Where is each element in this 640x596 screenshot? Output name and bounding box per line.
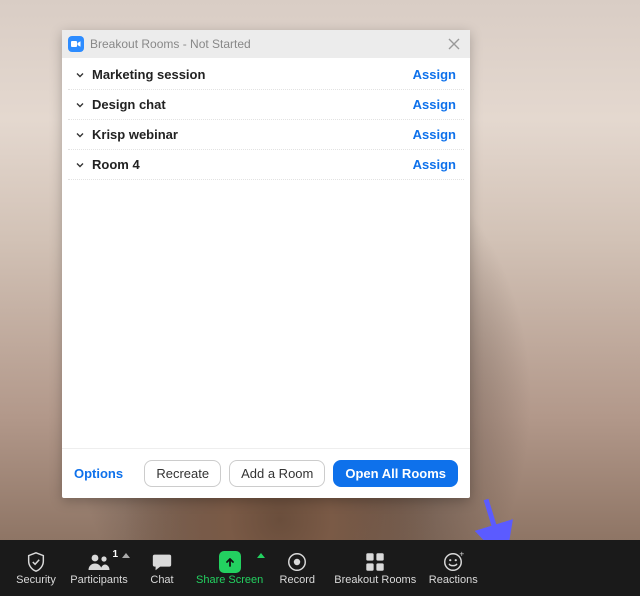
- options-link[interactable]: Options: [74, 466, 123, 481]
- toolbar-breakout-rooms[interactable]: Breakout Rooms: [327, 547, 423, 590]
- breakout-rooms-icon: [364, 551, 386, 573]
- assign-link[interactable]: Assign: [413, 157, 456, 172]
- toolbar-participants[interactable]: 1 Participants: [66, 547, 132, 590]
- chevron-down-icon[interactable]: [76, 131, 84, 139]
- toolbar-label: Security: [16, 575, 56, 586]
- toolbar-label: Share Screen: [196, 575, 263, 586]
- dialog-footer: Options Recreate Add a Room Open All Roo…: [62, 448, 470, 498]
- toolbar-label: Participants: [70, 575, 127, 586]
- room-row[interactable]: Room 4Assign: [68, 150, 464, 180]
- participants-icon: [86, 551, 112, 573]
- zoom-icon: [68, 36, 84, 52]
- chevron-down-icon[interactable]: [76, 71, 84, 79]
- close-icon[interactable]: [446, 36, 462, 52]
- room-name: Room 4: [92, 157, 413, 172]
- chevron-up-icon[interactable]: [257, 553, 265, 558]
- reactions-icon: +: [442, 551, 464, 573]
- dialog-title: Breakout Rooms - Not Started: [90, 37, 251, 51]
- open-all-rooms-button[interactable]: Open All Rooms: [333, 460, 458, 487]
- toolbar-label: Record: [280, 575, 315, 586]
- assign-link[interactable]: Assign: [413, 97, 456, 112]
- rooms-list: Marketing sessionAssignDesign chatAssign…: [62, 58, 470, 448]
- toolbar-label: Chat: [150, 575, 173, 586]
- room-name: Design chat: [92, 97, 413, 112]
- svg-text:+: +: [460, 551, 465, 559]
- meeting-toolbar: Security 1 Participants Chat Share Scree…: [0, 540, 640, 596]
- dialog-titlebar: Breakout Rooms - Not Started: [62, 30, 470, 58]
- breakout-rooms-dialog: Breakout Rooms - Not Started Marketing s…: [62, 30, 470, 498]
- chevron-up-icon[interactable]: [122, 553, 130, 558]
- chevron-down-icon[interactable]: [76, 161, 84, 169]
- participants-count: 1: [112, 549, 118, 560]
- recreate-button[interactable]: Recreate: [144, 460, 221, 487]
- toolbar-label: Reactions: [429, 575, 478, 586]
- toolbar-reactions[interactable]: + Reactions: [423, 547, 483, 590]
- assign-link[interactable]: Assign: [413, 67, 456, 82]
- toolbar-security[interactable]: Security: [6, 547, 66, 590]
- room-row[interactable]: Design chatAssign: [68, 90, 464, 120]
- toolbar-label: Breakout Rooms: [334, 575, 416, 586]
- room-name: Marketing session: [92, 67, 413, 82]
- record-icon: [286, 551, 308, 573]
- chevron-down-icon[interactable]: [76, 101, 84, 109]
- toolbar-share-screen[interactable]: Share Screen: [192, 547, 267, 590]
- shield-icon: [25, 551, 47, 573]
- room-row[interactable]: Krisp webinarAssign: [68, 120, 464, 150]
- assign-link[interactable]: Assign: [413, 127, 456, 142]
- chat-icon: [151, 551, 173, 573]
- share-screen-icon: [219, 551, 241, 573]
- add-room-button[interactable]: Add a Room: [229, 460, 325, 487]
- toolbar-record[interactable]: Record: [267, 547, 327, 590]
- room-row[interactable]: Marketing sessionAssign: [68, 60, 464, 90]
- toolbar-chat[interactable]: Chat: [132, 547, 192, 590]
- room-name: Krisp webinar: [92, 127, 413, 142]
